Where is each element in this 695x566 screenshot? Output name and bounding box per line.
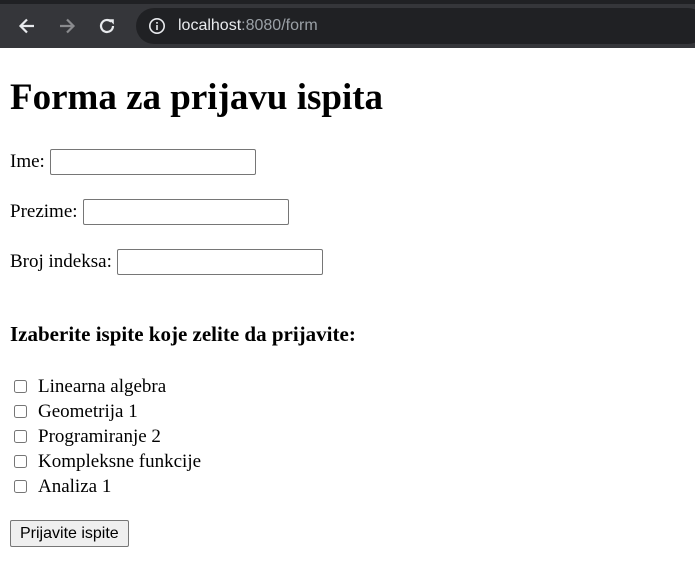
- exam-checkbox-linearna-algebra[interactable]: [14, 380, 27, 393]
- back-arrow-icon: [18, 18, 34, 34]
- forward-arrow-icon: [60, 18, 76, 34]
- exam-label: Analiza 1: [38, 475, 112, 497]
- browser-toolbar: localhost:8080/form: [0, 0, 695, 48]
- exam-label: Linearna algebra: [38, 375, 167, 397]
- reload-icon: [99, 18, 115, 34]
- exam-checkbox-programiranje-2[interactable]: [14, 430, 27, 443]
- url-path: :8080/form: [241, 17, 318, 34]
- exam-item-analiza-1[interactable]: Analiza 1: [14, 474, 201, 499]
- exams-heading: Izaberite ispite koje zelite da prijavit…: [10, 322, 356, 346]
- exam-checkbox-analiza-1[interactable]: [14, 480, 27, 493]
- url-text[interactable]: localhost:8080/form: [178, 17, 318, 35]
- exam-item-linearna-algebra[interactable]: Linearna algebra: [14, 374, 201, 399]
- address-bar[interactable]: localhost:8080/form: [136, 8, 695, 44]
- name-row: Ime:: [10, 149, 256, 175]
- page-content: Forma za prijavu ispita Ime: Prezime: Br…: [0, 48, 695, 566]
- exam-item-programiranje-2[interactable]: Programiranje 2: [14, 424, 201, 449]
- back-button[interactable]: [13, 12, 41, 40]
- page-title: Forma za prijavu ispita: [10, 77, 384, 118]
- url-host: localhost: [178, 17, 242, 34]
- exam-label: Kompleksne funkcije: [38, 450, 202, 472]
- surname-field[interactable]: [82, 199, 289, 225]
- name-field[interactable]: [49, 149, 256, 175]
- exam-item-geometrija-1[interactable]: Geometrija 1: [14, 399, 201, 424]
- exam-label: Geometrija 1: [38, 400, 138, 422]
- exam-list: Linearna algebra Geometrija 1 Programira…: [14, 374, 201, 499]
- exam-checkbox-kompleksne-funkcije[interactable]: [14, 455, 27, 468]
- forward-button[interactable]: [53, 12, 81, 40]
- exam-label: Programiranje 2: [38, 425, 161, 447]
- reload-button[interactable]: [93, 12, 121, 40]
- info-icon[interactable]: [148, 17, 166, 35]
- index-number-label: Broj indeksa:: [10, 251, 112, 272]
- name-label: Ime:: [10, 151, 45, 172]
- index-number-field[interactable]: [116, 249, 323, 275]
- exam-checkbox-geometrija-1[interactable]: [14, 405, 27, 418]
- submit-exams-button[interactable]: Prijavite ispite: [10, 520, 129, 547]
- index-row: Broj indeksa:: [10, 249, 323, 275]
- exam-item-kompleksne-funkcije[interactable]: Kompleksne funkcije: [14, 449, 201, 474]
- surname-label: Prezime:: [10, 201, 78, 222]
- surname-row: Prezime:: [10, 199, 289, 225]
